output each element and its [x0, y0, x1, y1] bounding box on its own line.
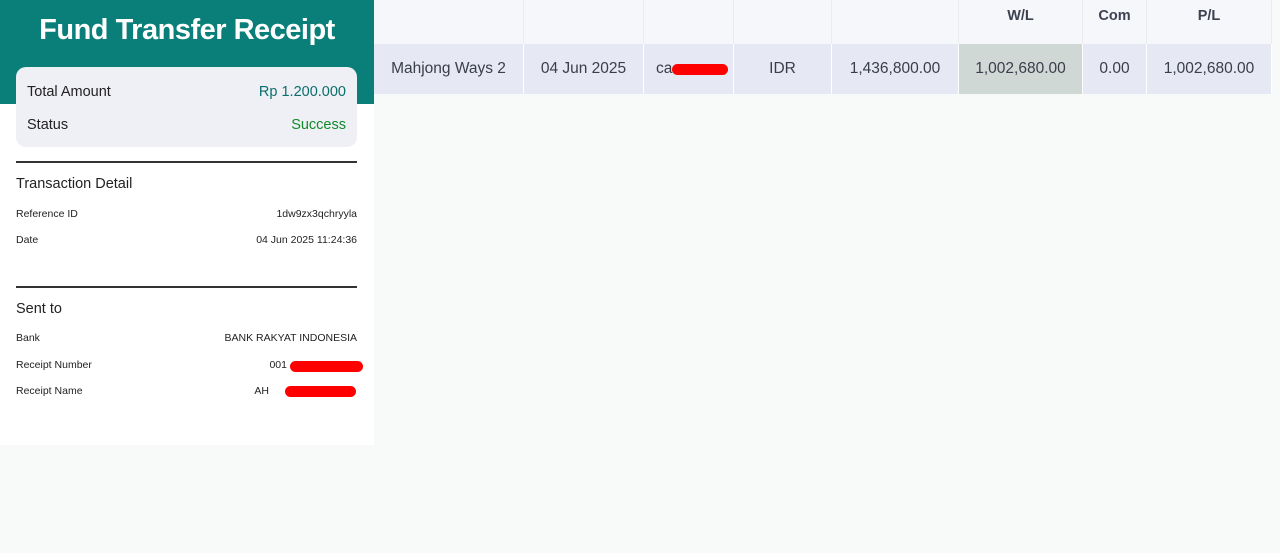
user-cell: ca — [644, 44, 734, 94]
user-cell-text: ca — [656, 60, 673, 77]
receipt-name-label: Receipt Name — [16, 385, 83, 397]
reference-id-value: 1dw9zx3qchryyla — [276, 208, 357, 220]
redaction-mark — [290, 361, 363, 372]
column-header[interactable] — [644, 0, 734, 44]
bank-value: BANK RAKYAT INDONESIA — [224, 332, 357, 344]
game-cell: Mahjong Ways 2 — [374, 44, 524, 94]
fund-transfer-receipt: Fund Transfer Receipt Total Amount Rp 1.… — [0, 0, 374, 445]
column-header[interactable] — [374, 0, 524, 44]
currency-cell: IDR — [734, 44, 832, 94]
sent-to-heading: Sent to — [16, 301, 62, 317]
total-amount-label: Total Amount — [27, 84, 111, 100]
receipt-number-label: Receipt Number — [16, 359, 92, 371]
com-cell: 0.00 — [1083, 44, 1147, 94]
table-row[interactable]: Mahjong Ways 2 04 Jun 2025 ca IDR 1,436,… — [374, 44, 1272, 94]
column-header[interactable] — [524, 0, 644, 44]
table-header-row: W/L Com P/L — [374, 0, 1272, 44]
date-row: Date 04 Jun 2025 11:24:36 — [16, 232, 357, 248]
status-badge: Success — [291, 117, 346, 133]
results-table: W/L Com P/L Mahjong Ways 2 04 Jun 2025 c… — [374, 0, 1272, 94]
column-header[interactable] — [832, 0, 959, 44]
receipt-number-value: 001 — [269, 359, 287, 371]
status-row: Status Success — [27, 113, 346, 137]
column-header-com[interactable]: Com — [1083, 0, 1147, 44]
redaction-mark — [285, 386, 356, 397]
column-header[interactable] — [734, 0, 832, 44]
column-header-pl[interactable]: P/L — [1147, 0, 1272, 44]
reference-id-row: Reference ID 1dw9zx3qchryyla — [16, 206, 357, 222]
total-amount-row: Total Amount Rp 1.200.000 — [27, 80, 346, 104]
pl-cell: 1,002,680.00 — [1147, 44, 1272, 94]
wl-cell: 1,002,680.00 — [959, 44, 1083, 94]
status-label: Status — [27, 117, 69, 133]
divider — [16, 286, 357, 288]
receipt-name-value: AH — [254, 385, 269, 397]
date-cell: 04 Jun 2025 — [524, 44, 644, 94]
redaction-mark — [672, 64, 728, 75]
receipt-title: Fund Transfer Receipt — [39, 14, 335, 46]
date-value: 04 Jun 2025 11:24:36 — [256, 234, 357, 246]
bank-label: Bank — [16, 332, 40, 344]
total-amount-value: Rp 1.200.000 — [258, 84, 346, 100]
bank-row: Bank BANK RAKYAT INDONESIA — [16, 330, 357, 346]
divider — [16, 161, 357, 163]
summary-card: Total Amount Rp 1.200.000 Status Success — [16, 67, 357, 147]
column-header-wl[interactable]: W/L — [959, 0, 1083, 44]
reference-id-label: Reference ID — [16, 208, 78, 220]
transaction-detail-heading: Transaction Detail — [16, 176, 133, 192]
bet-cell: 1,436,800.00 — [832, 44, 959, 94]
date-label: Date — [16, 234, 39, 246]
